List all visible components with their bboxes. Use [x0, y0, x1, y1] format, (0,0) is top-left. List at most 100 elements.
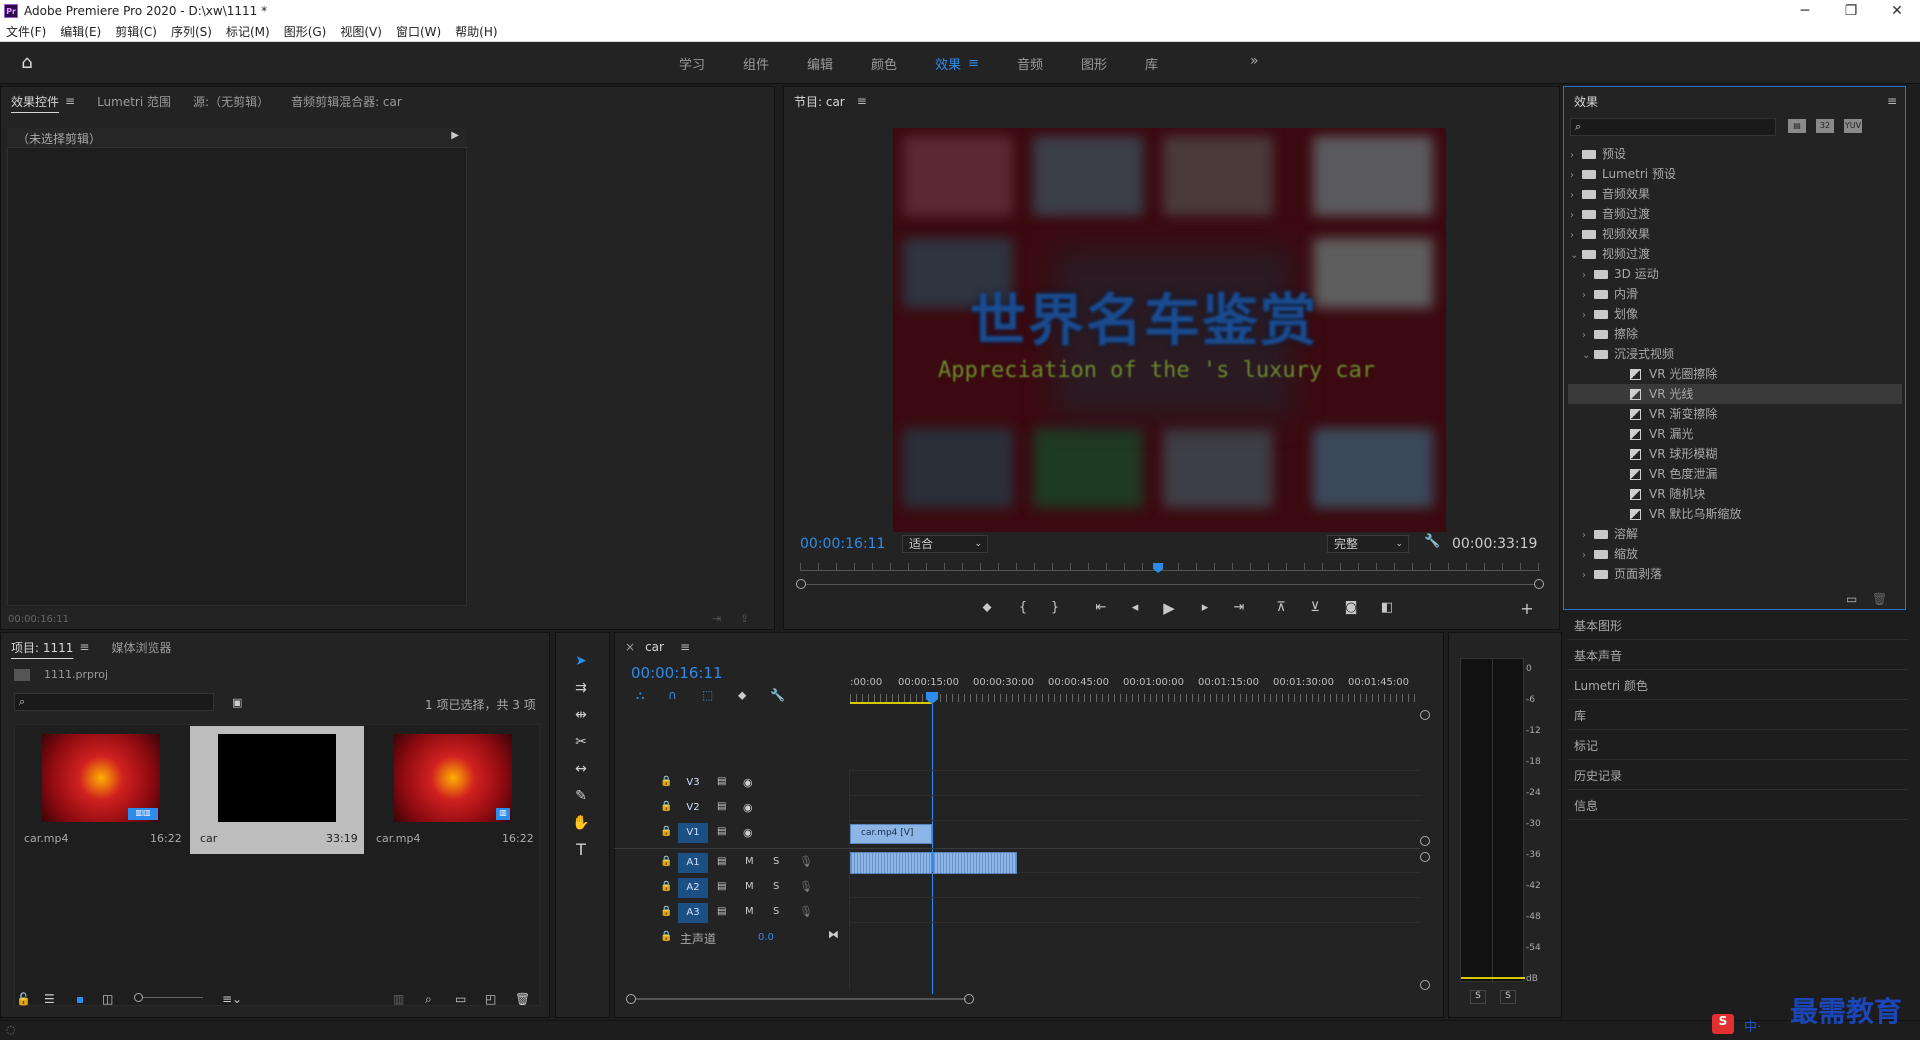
- microphone-icon[interactable]: 🎙: [799, 880, 813, 893]
- list-view-icon[interactable]: ☰: [44, 992, 55, 1006]
- panel-lumetri-color[interactable]: Lumetri 颜色: [1574, 677, 1648, 694]
- close-sequence-icon[interactable]: ×: [625, 640, 635, 654]
- effect-item[interactable]: VR 默比乌斯缩放: [1568, 504, 1902, 524]
- effect-item[interactable]: VR 漏光: [1568, 424, 1902, 444]
- effects-panel-title[interactable]: 效果: [1574, 93, 1598, 110]
- linked-selection-icon[interactable]: ⬚: [702, 688, 713, 702]
- h-scroll-bar[interactable]: [636, 998, 966, 1000]
- selection-tool-icon[interactable]: ➤: [570, 650, 592, 672]
- panel-essential-sound[interactable]: 基本声音: [1574, 647, 1622, 664]
- v-scroll-handle[interactable]: [1420, 980, 1430, 990]
- lock-track-icon[interactable]: 🔒: [660, 931, 672, 942]
- mute-button[interactable]: M: [745, 881, 754, 892]
- effects-folder[interactable]: › 音频过渡: [1568, 204, 1902, 224]
- ripple-edit-tool-icon[interactable]: ⇹: [570, 704, 592, 726]
- panel-essential-graphics[interactable]: 基本图形: [1574, 617, 1622, 634]
- more-workspaces-icon[interactable]: »: [1250, 53, 1259, 69]
- lift-icon[interactable]: ⊼: [1272, 600, 1290, 615]
- effects-folder[interactable]: › 溶解: [1568, 524, 1902, 544]
- project-item[interactable]: ▥▥ car.mp4 16:22: [16, 726, 186, 854]
- lock-icon[interactable]: 🔓: [16, 992, 31, 1006]
- zoom-handle-left[interactable]: [796, 579, 806, 589]
- lock-track-icon[interactable]: 🔒: [660, 801, 672, 812]
- freeform-view-icon[interactable]: ◫: [102, 992, 113, 1006]
- lock-track-icon[interactable]: 🔒: [660, 906, 672, 917]
- menu-help[interactable]: 帮助(H): [455, 23, 497, 40]
- workspace-menu-icon[interactable]: ≡: [968, 56, 979, 71]
- sync-lock-icon[interactable]: ▤: [717, 776, 726, 787]
- add-marker-icon[interactable]: ⬥: [738, 688, 746, 703]
- eye-icon[interactable]: ◉: [743, 801, 753, 814]
- nest-icon[interactable]: ⛬: [636, 688, 644, 703]
- v-scroll-handle[interactable]: [1420, 852, 1430, 862]
- project-item-selected[interactable]: car 33:19: [190, 726, 364, 854]
- zoom-handle-right[interactable]: [1534, 579, 1544, 589]
- h-scroll-handle-right[interactable]: [964, 994, 974, 1004]
- home-icon[interactable]: ⌂: [16, 52, 38, 74]
- microphone-icon[interactable]: 🎙: [799, 905, 813, 918]
- new-search-bin-icon[interactable]: ▣: [232, 696, 242, 709]
- sort-icon[interactable]: ≡⌄: [222, 992, 242, 1006]
- mute-button[interactable]: M: [745, 906, 754, 917]
- effects-folder[interactable]: ⌄ 沉浸式视频: [1568, 344, 1902, 364]
- project-item[interactable]: ▥ car.mp4 16:22: [368, 726, 538, 854]
- chevron-right-icon[interactable]: ›: [1570, 186, 1582, 206]
- effects-folder[interactable]: › 视频效果: [1568, 224, 1902, 244]
- camera-icon[interactable]: ◙: [1342, 600, 1360, 615]
- find-icon[interactable]: ⌕: [425, 992, 432, 1007]
- snap-icon[interactable]: ∩: [668, 688, 677, 702]
- effects-folder[interactable]: › 页面剥落: [1568, 564, 1902, 584]
- type-tool-icon[interactable]: T: [570, 839, 592, 861]
- meter-solo-left[interactable]: S: [1470, 990, 1486, 1004]
- mark-out-icon[interactable]: }: [1046, 600, 1064, 615]
- add-marker-icon[interactable]: ⬥: [978, 600, 996, 615]
- audio-clip[interactable]: [933, 852, 1017, 874]
- timeline-settings-icon[interactable]: 🔧: [770, 688, 785, 702]
- effect-item[interactable]: VR 球形模糊: [1568, 444, 1902, 464]
- hand-tool-icon[interactable]: ✋: [570, 812, 592, 834]
- razor-tool-icon[interactable]: ✂: [570, 731, 592, 753]
- zoom-bar[interactable]: [806, 584, 1534, 585]
- effects-folder[interactable]: ⌄ 视频过渡: [1568, 244, 1902, 264]
- program-monitor-title[interactable]: 节目: car: [794, 93, 845, 110]
- timeline-current-time[interactable]: 00:00:16:11: [631, 664, 723, 682]
- chevron-right-icon[interactable]: ›: [1582, 326, 1594, 346]
- minimize-button[interactable]: ─: [1782, 0, 1828, 22]
- extract-icon[interactable]: ⊻: [1306, 600, 1324, 615]
- tab-project[interactable]: 项目: 1111: [11, 639, 73, 656]
- chevron-right-icon[interactable]: ›: [1582, 286, 1594, 306]
- chevron-right-icon[interactable]: ›: [1582, 566, 1594, 586]
- expand-arrow-icon[interactable]: ▶: [451, 130, 459, 141]
- menu-file[interactable]: 文件(F): [6, 23, 46, 40]
- step-forward-icon[interactable]: ▸: [1196, 600, 1214, 615]
- master-volume-value[interactable]: 0.0: [758, 932, 774, 943]
- tab-source[interactable]: 源:（无剪辑）: [193, 93, 269, 110]
- chevron-right-icon[interactable]: ›: [1570, 206, 1582, 226]
- export-frame-icon[interactable]: ⇥: [712, 612, 721, 625]
- panel-history[interactable]: 历史记录: [1574, 767, 1622, 784]
- solo-button[interactable]: S: [773, 856, 779, 867]
- panel-menu-icon[interactable]: ≡: [65, 94, 75, 108]
- add-button-icon[interactable]: +: [1518, 599, 1536, 618]
- lock-track-icon[interactable]: 🔒: [660, 881, 672, 892]
- chevron-right-icon[interactable]: ›: [1570, 226, 1582, 246]
- chevron-right-icon[interactable]: ›: [1582, 526, 1594, 546]
- effects-folder[interactable]: › 缩放: [1568, 544, 1902, 564]
- menu-edit[interactable]: 编辑(E): [60, 23, 101, 40]
- track-v1[interactable]: V1: [678, 823, 708, 843]
- fit-dropdown[interactable]: 适合 ⌄: [902, 535, 988, 553]
- eye-icon[interactable]: ◉: [743, 776, 753, 789]
- program-ruler[interactable]: [800, 563, 1540, 571]
- new-item-icon[interactable]: ◰: [485, 992, 496, 1006]
- project-search-input[interactable]: ⌕: [14, 693, 214, 711]
- close-button[interactable]: ✕: [1874, 0, 1920, 22]
- automate-icon[interactable]: ▥: [393, 992, 404, 1006]
- chevron-right-icon[interactable]: ›: [1582, 546, 1594, 566]
- menu-clip[interactable]: 剪辑(C): [115, 23, 157, 40]
- track-a1[interactable]: A1: [678, 853, 708, 873]
- chevron-right-icon[interactable]: ›: [1570, 146, 1582, 166]
- effect-item[interactable]: VR 光线: [1568, 384, 1902, 404]
- effects-folder[interactable]: › 预设: [1568, 144, 1902, 164]
- workspace-tab-audio[interactable]: 音频: [1017, 54, 1043, 73]
- menu-view[interactable]: 视图(V): [340, 23, 382, 40]
